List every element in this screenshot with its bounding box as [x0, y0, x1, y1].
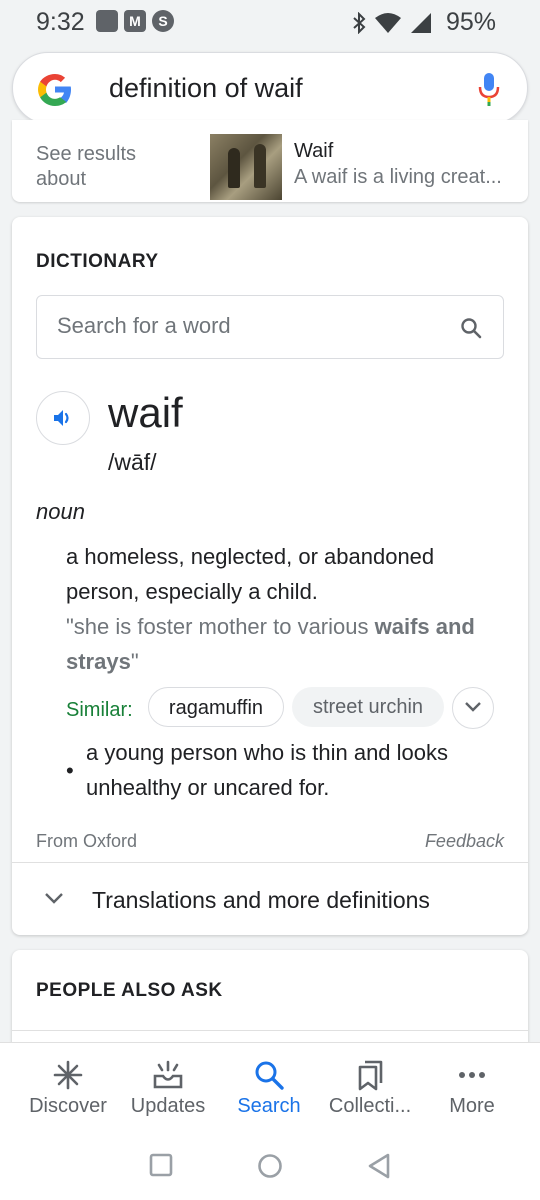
status-time: 9:32	[36, 8, 85, 36]
chevron-down-icon	[45, 893, 63, 904]
part-of-speech: noun	[36, 499, 85, 524]
definition-1-example: "she is foster mother to various waifs a…	[66, 609, 496, 679]
dictionary-headword: waif	[108, 389, 183, 436]
bottom-navigation: Discover Updates Search Collecti... More	[0, 1042, 540, 1135]
recent-apps-icon[interactable]	[148, 1152, 174, 1178]
feedback-link[interactable]: Feedback	[425, 831, 504, 852]
status-system-icons: 95%	[352, 8, 496, 37]
people-also-ask-heading: PEOPLE ALSO ASK	[36, 980, 223, 1001]
speaker-icon	[54, 410, 69, 426]
notification-square-icon	[96, 10, 118, 32]
nav-label-discover: Discover	[29, 1095, 107, 1117]
gmail-icon: M	[124, 10, 146, 32]
status-bar: 9:32 M S 95%	[0, 0, 540, 48]
nav-collections[interactable]: Collecti...	[318, 1043, 422, 1135]
pronunciation-button[interactable]	[36, 391, 90, 445]
bookmarks-icon	[358, 1060, 383, 1091]
nav-more[interactable]: More	[420, 1043, 524, 1135]
bluetooth-icon	[353, 11, 366, 34]
nav-label-updates: Updates	[130, 1095, 206, 1117]
search-icon[interactable]	[459, 316, 483, 340]
more-definitions-label: Translations and more definitions	[92, 887, 430, 913]
expand-similar-button[interactable]	[452, 687, 494, 729]
battery-percent: 95%	[445, 8, 496, 36]
word-search-input[interactable]	[55, 312, 439, 340]
nav-updates[interactable]: Updates	[116, 1043, 220, 1135]
search-query-text[interactable]: definition of waif	[109, 73, 303, 104]
phonetic-spelling: /wāf/	[108, 449, 157, 475]
system-navigation-bar	[0, 1134, 540, 1200]
similar-chip-ragamuffin[interactable]: ragamuffin	[148, 687, 284, 727]
asterisk-icon	[53, 1060, 83, 1090]
home-icon[interactable]	[256, 1152, 284, 1180]
entity-title[interactable]: Waif	[294, 140, 333, 163]
nav-discover[interactable]: Discover	[16, 1043, 120, 1135]
similar-label: Similar:	[66, 699, 133, 721]
waif-thumbnail-image[interactable]	[210, 134, 282, 200]
example-suffix: "	[130, 649, 139, 674]
wifi-icon	[374, 12, 401, 33]
dictionary-card: DICTIONARY waif /wāf/ noun a homeless, n…	[12, 217, 528, 935]
similar-chip-street-urchin[interactable]: street urchin	[292, 687, 444, 727]
cell-signal-icon	[410, 12, 431, 33]
example-prefix: "she is foster mother to various	[66, 614, 375, 639]
nav-label-collections: Collecti...	[328, 1095, 412, 1117]
inbox-updates-icon	[153, 1060, 183, 1089]
nav-label-more: More	[449, 1095, 495, 1117]
dictionary-heading: DICTIONARY	[36, 251, 159, 272]
nav-label-search: Search	[237, 1095, 301, 1117]
google-g-logo	[38, 74, 71, 106]
nav-search[interactable]: Search	[217, 1043, 321, 1135]
definition-1: a homeless, neglected, or abandoned pers…	[66, 544, 435, 604]
chevron-down-icon	[465, 702, 481, 712]
search-bar[interactable]: definition of waif	[12, 52, 528, 124]
more-horiz-icon	[459, 1072, 485, 1078]
mic-icon[interactable]	[477, 71, 501, 107]
definition-2: a young person who is thin and looks unh…	[86, 740, 449, 800]
search-icon	[255, 1061, 284, 1090]
status-notification-icons: M S	[96, 10, 174, 32]
s-app-icon: S	[152, 10, 174, 32]
see-results-about-card[interactable]: See results about Waif A waif is a livin…	[12, 120, 528, 202]
see-results-label: See results about	[36, 143, 137, 190]
definition-2-bullet: •	[66, 758, 74, 783]
similar-words-row: Similar: ragamuffin street urchin	[66, 687, 516, 731]
back-icon[interactable]	[366, 1152, 392, 1180]
source-attribution: From Oxford	[36, 831, 138, 851]
divider	[12, 1030, 528, 1031]
word-search-box[interactable]	[36, 295, 504, 359]
entity-snippet: A waif is a living creat...	[294, 166, 502, 188]
translations-more-definitions-toggle[interactable]: Translations and more definitions	[12, 863, 528, 935]
